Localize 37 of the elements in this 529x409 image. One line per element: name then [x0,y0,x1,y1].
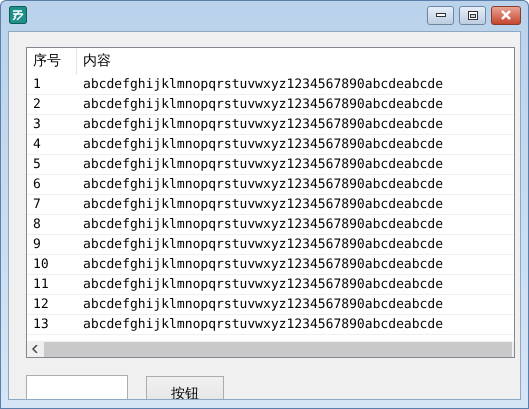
table-cell-text: abcdefghijklmnopqrstuvwxyz1234567890abcdeabcde [82,116,444,134]
table-cell-text: abcdefghijklmnopqrstuvwxyz1234567890abcdeabcde [82,236,444,254]
table-cell-text: 12 [32,296,50,314]
table-cell-text: abcdefghijklmnopqrstuvwxyz1234567890abcdeabcde [82,296,444,314]
table-cell-text: 6 [32,176,42,194]
table-cell-text: abcdefghijklmnopqrstuvwxyz1234567890abcdeabcde [82,316,444,334]
table-cell-text: 10 [32,256,50,274]
table-cell-text: 1 [32,76,42,94]
table-cell-text: 7 [32,196,42,214]
table-cell-text: 11 [32,276,50,294]
app-icon [9,6,27,24]
input-field[interactable] [26,375,128,399]
minimize-button[interactable] [427,6,454,24]
maximize-icon [468,10,478,20]
maximize-button[interactable] [459,6,486,24]
table-cell-text: 3 [32,116,42,134]
table-cell-text: 8 [32,216,42,234]
table-cell-text: abcdefghijklmnopqrstuvwxyz1234567890abcdeabcde [82,76,444,94]
close-icon [500,10,512,20]
table-cell-text: abcdefghijklmnopqrstuvwxyz1234567890abcdeabcde [82,256,444,274]
table-cell-text: abcdefghijklmnopqrstuvwxyz1234567890abcdeabcde [82,276,444,294]
table-cell-text: abcdefghijklmnopqrstuvwxyz1234567890abcdeabcde [82,156,444,174]
table-cell-text: abcdefghijklmnopqrstuvwxyz1234567890abcdeabcde [82,176,444,194]
scroll-left-icon[interactable] [32,345,38,353]
table-cell-text: abcdefghijklmnopqrstuvwxyz1234567890abcdeabcde [82,216,444,234]
table-cell-text: abcdefghijklmnopqrstuvwxyz1234567890abcdeabcde [82,196,444,214]
table-cell-text: 2 [32,96,42,114]
table-cell-text: 4 [32,136,42,154]
table-cell-text: abcdefghijklmnopqrstuvwxyz1234567890abcdeabcde [82,136,444,154]
column-header[interactable]: 序号 [27,48,77,75]
column-header[interactable]: 内容 [77,48,514,75]
table-cell-text: 13 [32,316,50,334]
table-cell-text: 5 [32,156,42,174]
minimize-icon [436,12,446,18]
table-cell-text: 9 [32,236,42,254]
table-cell-text: abcdefghijklmnopqrstuvwxyz1234567890abcdeabcde [82,96,444,114]
close-button[interactable] [491,6,521,24]
